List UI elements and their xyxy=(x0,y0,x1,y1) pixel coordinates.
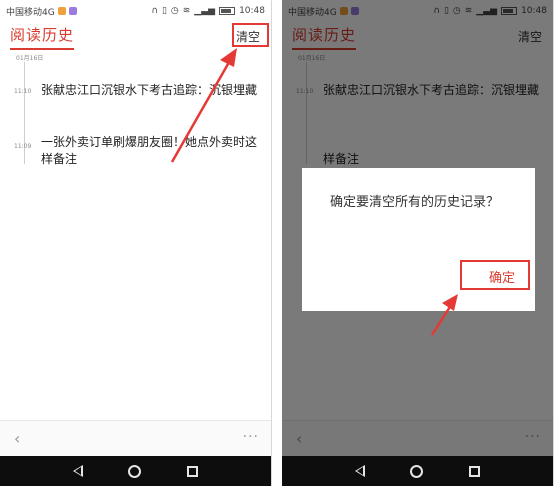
square-recent-icon[interactable] xyxy=(187,465,199,477)
chevron-left-icon[interactable]: ‹ xyxy=(14,429,20,448)
triangle-back-icon[interactable] xyxy=(354,465,365,477)
annotation-arrow xyxy=(430,294,458,336)
system-nav-bar xyxy=(282,456,553,486)
phone-screen-history: 中国移动4G ∩ ▯ ◷ ≋ ▁▃▅ 10:48 阅读历史 清空 01月16日 … xyxy=(0,0,272,486)
circle-home-icon[interactable] xyxy=(128,464,142,478)
triangle-back-icon[interactable] xyxy=(72,465,83,477)
annotation-arrow xyxy=(170,48,237,163)
phone-screen-confirm: 中国移动4G ∩ ▯ ◷ ≋ ▁▃▅ 10:48 阅读历史 清空 01月16日 … xyxy=(282,0,554,486)
square-recent-icon[interactable] xyxy=(469,465,481,477)
bottom-toolbar: ‹ ··· xyxy=(0,420,271,456)
system-nav-bar xyxy=(0,456,271,486)
circle-home-icon[interactable] xyxy=(410,464,424,478)
more-dots-icon[interactable]: ··· xyxy=(243,429,259,445)
